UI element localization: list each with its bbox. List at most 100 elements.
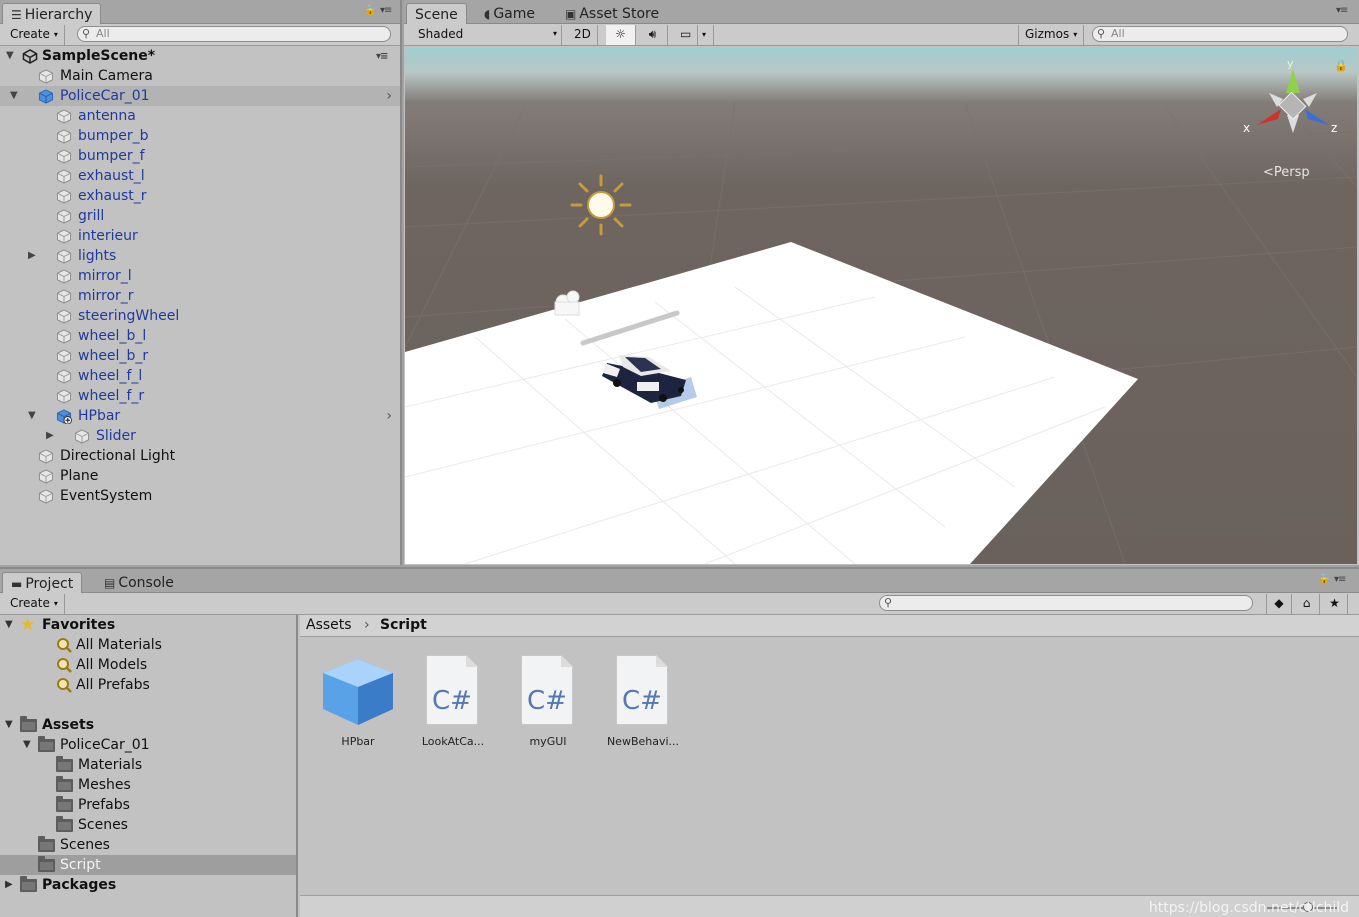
fold-open-icon[interactable]: ▼ bbox=[5, 615, 13, 635]
hierarchy-item-label: wheel_b_r bbox=[78, 348, 149, 364]
folder-icon bbox=[20, 716, 37, 732]
project-tree-item[interactable]: All Models bbox=[0, 655, 296, 675]
chevron-right-icon[interactable]: › bbox=[386, 406, 392, 426]
tab-project[interactable]: ▬ Project bbox=[2, 572, 83, 594]
hierarchy-item[interactable]: ▶ Slider bbox=[0, 426, 400, 446]
scene-menu-icon[interactable]: ▾≡ bbox=[376, 47, 388, 67]
project-tree-item[interactable]: Meshes bbox=[0, 775, 296, 795]
search-by-label-button[interactable]: ⌂ bbox=[1294, 594, 1320, 614]
viewport-lock-icon[interactable]: 🔒 bbox=[1334, 59, 1348, 72]
search-by-type-button[interactable]: ◆ bbox=[1266, 594, 1292, 614]
hierarchy-item[interactable]: Directional Light bbox=[0, 446, 400, 466]
projection-label[interactable]: <Persp bbox=[1263, 165, 1310, 180]
tab-game[interactable]: ◖ Game bbox=[476, 3, 543, 25]
panel-menu-icon[interactable]: ▾≡ bbox=[380, 5, 392, 16]
chevron-right-icon[interactable]: › bbox=[386, 86, 392, 106]
directional-light-icon[interactable] bbox=[570, 174, 632, 236]
hierarchy-item[interactable]: mirror_r bbox=[0, 286, 400, 306]
search-icon: ⚲ bbox=[1097, 27, 1106, 40]
lock-icon[interactable]: 🔒 bbox=[364, 5, 376, 16]
project-tree-item[interactable]: ▼ Assets bbox=[0, 715, 296, 735]
hierarchy-item[interactable]: bumper_b bbox=[0, 126, 400, 146]
project-tree-label: Materials bbox=[78, 757, 143, 773]
fold-closed-icon[interactable]: ▶ bbox=[5, 875, 13, 895]
hierarchy-search-input[interactable]: ⚲ All bbox=[77, 26, 391, 42]
effects-dropdown[interactable]: ▾ bbox=[700, 25, 714, 45]
audio-toggle-button[interactable]: 🔊︎ bbox=[638, 25, 668, 45]
project-tree-item[interactable]: All Materials bbox=[0, 635, 296, 655]
project-tree-item[interactable]: ▶ Packages bbox=[0, 875, 296, 895]
gizmos-dropdown[interactable]: Gizmos ▾ bbox=[1018, 25, 1085, 45]
project-tree-item[interactable]: ▼ ★ Favorites bbox=[0, 615, 296, 635]
ground-plane[interactable] bbox=[405, 242, 1138, 564]
tab-hierarchy[interactable]: ☰ Hierarchy bbox=[2, 3, 102, 25]
hierarchy-item[interactable]: ▶ lights bbox=[0, 246, 400, 266]
scene-toolbar: Shaded ▾ 2D ☼ 🔊︎ ▭ ▾ Gizmos ▾ ⚲ All bbox=[404, 24, 1359, 46]
project-tree-item[interactable]: Prefabs bbox=[0, 795, 296, 815]
project-tree-item[interactable]: Scenes bbox=[0, 815, 296, 835]
tab-scene[interactable]: Scene bbox=[406, 3, 467, 25]
tab-console[interactable]: ▤ Console bbox=[96, 572, 182, 594]
create-button[interactable]: Create ▾ bbox=[4, 594, 65, 614]
search-filter-icon bbox=[56, 677, 72, 693]
create-button[interactable]: Create ▾ bbox=[4, 25, 65, 45]
project-search-input[interactable]: ⚲ bbox=[879, 595, 1253, 611]
asset-label: NewBehavi... bbox=[606, 735, 680, 748]
gameobject-cube-icon bbox=[56, 349, 72, 364]
lighting-toggle-button[interactable]: ☼ bbox=[606, 25, 636, 45]
panel-menu-icon[interactable]: ▾≡ bbox=[1336, 5, 1348, 16]
hierarchy-item[interactable]: bumper_f bbox=[0, 146, 400, 166]
project-tree-label: Scenes bbox=[60, 837, 110, 853]
hierarchy-item[interactable]: ▼ PoliceCar_01 › bbox=[0, 86, 400, 106]
hierarchy-item[interactable]: EventSystem bbox=[0, 486, 400, 506]
hierarchy-item[interactable]: grill bbox=[0, 206, 400, 226]
scene-viewport[interactable]: y x z 🔒 <Persp bbox=[405, 47, 1357, 564]
hierarchy-item[interactable]: wheel_b_r bbox=[0, 346, 400, 366]
search-icon: ⚲ bbox=[82, 27, 91, 40]
hierarchy-item-label: wheel_f_r bbox=[78, 388, 145, 404]
unity-scene-icon bbox=[22, 49, 38, 64]
fold-open-icon[interactable]: ▼ bbox=[23, 735, 31, 755]
hierarchy-item[interactable]: Plane bbox=[0, 466, 400, 486]
speaker-icon: 🔊︎ bbox=[648, 27, 657, 41]
fold-closed-icon[interactable]: ▶ bbox=[28, 246, 36, 266]
fold-open-icon[interactable]: ▼ bbox=[28, 406, 36, 426]
hierarchy-item[interactable]: exhaust_l bbox=[0, 166, 400, 186]
scene-root-row[interactable]: ▼ SampleScene* ▾≡ bbox=[0, 46, 400, 66]
project-tree-item[interactable]: Script bbox=[0, 855, 296, 875]
hierarchy-item[interactable]: interieur bbox=[0, 226, 400, 246]
save-search-button[interactable]: ★ bbox=[1322, 594, 1348, 614]
hierarchy-item[interactable]: wheel_f_l bbox=[0, 366, 400, 386]
hierarchy-item[interactable]: steeringWheel bbox=[0, 306, 400, 326]
panel-menu-icon[interactable]: ▾≡ bbox=[1334, 574, 1346, 585]
shading-mode-dropdown[interactable]: Shaded ▾ bbox=[412, 25, 562, 45]
hierarchy-item[interactable]: wheel_f_r bbox=[0, 386, 400, 406]
hierarchy-item[interactable]: wheel_b_l bbox=[0, 326, 400, 346]
fold-open-icon[interactable]: ▼ bbox=[5, 715, 13, 735]
project-tree-item[interactable]: All Prefabs bbox=[0, 675, 296, 695]
fold-open-icon[interactable]: ▼ bbox=[10, 86, 18, 106]
camera-gizmo-icon[interactable] bbox=[554, 290, 580, 316]
scene-search-input[interactable]: ⚲ All bbox=[1092, 26, 1348, 42]
breadcrumb-assets[interactable]: Assets bbox=[306, 615, 352, 635]
hierarchy-item[interactable]: exhaust_r bbox=[0, 186, 400, 206]
orientation-gizmo[interactable] bbox=[1257, 69, 1329, 133]
fold-open-icon[interactable]: ▼ bbox=[6, 46, 14, 66]
hierarchy-item[interactable]: mirror_l bbox=[0, 266, 400, 286]
breadcrumb-script[interactable]: Script bbox=[380, 615, 427, 635]
lock-icon[interactable]: 🔒 bbox=[1318, 574, 1330, 585]
tab-asset-store[interactable]: ▣ Asset Store bbox=[557, 3, 667, 25]
project-tree-label: All Models bbox=[76, 657, 148, 673]
hierarchy-item[interactable]: Main Camera bbox=[0, 66, 400, 86]
hierarchy-panel: ☰ Hierarchy 🔒 ▾≡ Create ▾ ⚲ All ▼ SampleSce… bbox=[0, 0, 402, 565]
project-tree-label: PoliceCar_01 bbox=[60, 737, 150, 753]
project-tree-item[interactable]: ▼ PoliceCar_01 bbox=[0, 735, 296, 755]
hierarchy-item-label: interieur bbox=[78, 228, 138, 244]
fold-closed-icon[interactable]: ▶ bbox=[46, 426, 54, 446]
project-tree-item[interactable]: Scenes bbox=[0, 835, 296, 855]
project-tree-item[interactable]: Materials bbox=[0, 755, 296, 775]
hierarchy-item[interactable]: antenna bbox=[0, 106, 400, 126]
2d-toggle-button[interactable]: 2D bbox=[568, 25, 598, 45]
effects-toggle-button[interactable]: ▭ bbox=[674, 25, 698, 45]
hierarchy-item[interactable]: ▼ HPbar › bbox=[0, 406, 400, 426]
